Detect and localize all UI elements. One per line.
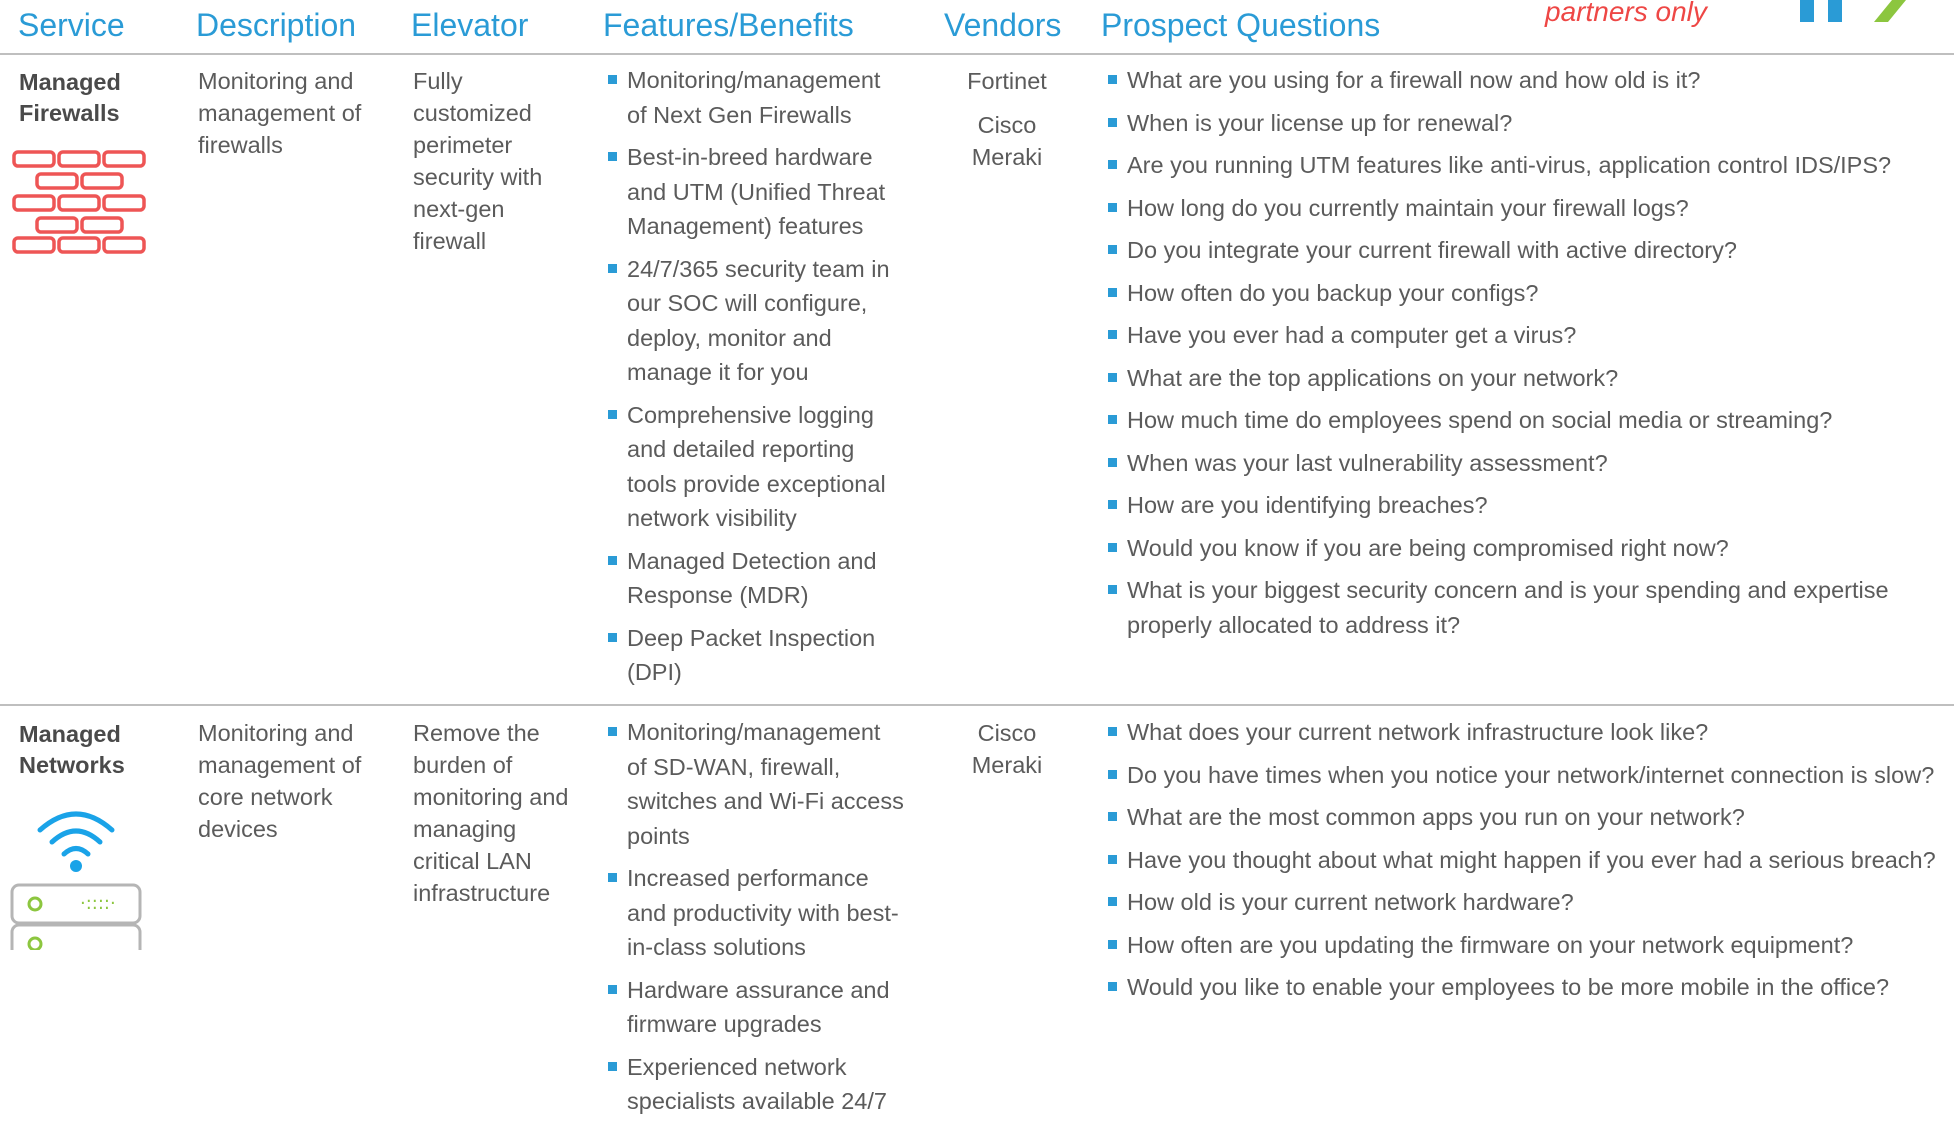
question-item: Do you integrate your current firewall w… <box>1106 233 1942 268</box>
question-item: How much time do employees spend on soci… <box>1106 403 1942 438</box>
question-item: What does your current network infrastru… <box>1106 715 1942 750</box>
service-description: Monitoring and management of firewalls <box>198 68 362 158</box>
feature-item: Best-in-breed hardware and UTM (Unified … <box>606 140 906 244</box>
feature-item: Experienced network specialists availabl… <box>606 1050 906 1119</box>
feature-item: Hardware assurance and firmware upgrades <box>606 973 906 1042</box>
row-divider <box>0 704 1954 706</box>
feature-item: 24/7/365 security team in our SOC will c… <box>606 252 906 390</box>
question-item: How often do you backup your configs? <box>1106 276 1942 311</box>
header-divider <box>0 53 1954 55</box>
elevator-pitch: Remove the burden of monitoring and mana… <box>413 720 569 906</box>
feature-item: Comprehensive logging and detailed repor… <box>606 398 906 536</box>
vendor-cisco-meraki: Cisco Meraki <box>971 112 1043 170</box>
question-item: How long do you currently maintain your … <box>1106 191 1942 226</box>
question-item: Have you thought about what might happen… <box>1106 843 1942 878</box>
question-item: What is your biggest security concern an… <box>1106 573 1942 642</box>
header-service: Service <box>18 7 125 43</box>
header-description: Description <box>196 7 357 43</box>
question-item: Are you running UTM features like anti-v… <box>1106 148 1942 183</box>
question-item: Would you know if you are being compromi… <box>1106 531 1942 566</box>
header-vendors: Vendors <box>944 7 1062 43</box>
feature-item: Managed Detection and Response (MDR) <box>606 544 906 613</box>
service-description: Monitoring and management of core networ… <box>198 720 362 842</box>
question-item: When is your license up for renewal? <box>1106 106 1942 141</box>
header-questions: Prospect Questions <box>1101 7 1381 43</box>
question-item: Would you like to enable your employees … <box>1106 970 1942 1005</box>
question-item: When was your last vulnerability assessm… <box>1106 446 1942 481</box>
service-name: Managed Firewalls <box>19 69 121 126</box>
prospect-questions-list: What are you using for a firewall now an… <box>1106 63 1942 650</box>
company-logo <box>1800 0 1906 22</box>
question-item: How old is your current network hardware… <box>1106 885 1942 920</box>
elevator-pitch: Fully customized perimeter security with… <box>413 68 543 254</box>
feature-item: Monitoring/management of SD-WAN, firewal… <box>606 715 906 853</box>
question-item: How often are you updating the firmware … <box>1106 928 1942 963</box>
header-features: Features/Benefits <box>603 7 854 43</box>
question-item: Do you have times when you notice your n… <box>1106 758 1942 793</box>
question-item: What are you using for a firewall now an… <box>1106 63 1942 98</box>
question-item: Have you ever had a computer get a virus… <box>1106 318 1942 353</box>
question-item: How are you identifying breaches? <box>1106 488 1942 523</box>
feature-item: Deep Packet Inspection (DPI) <box>606 621 906 690</box>
features-list: Monitoring/management of Next Gen Firewa… <box>606 63 906 698</box>
header-elevator: Elevator <box>411 7 529 43</box>
wifi-router-icon: ·::::· <box>10 811 142 950</box>
question-item: What are the top applications on your ne… <box>1106 361 1942 396</box>
service-name: Managed Networks <box>19 721 125 778</box>
brick-wall-icon <box>12 150 146 254</box>
partners-only-tagline: partners only <box>1545 0 1707 27</box>
question-item: What are the most common apps you run on… <box>1106 800 1942 835</box>
feature-item: Increased performance and productivity w… <box>606 861 906 965</box>
vendor-cisco-meraki: Cisco Meraki <box>971 720 1043 778</box>
svg-text:·::::·: ·::::· <box>80 893 116 914</box>
prospect-questions-list: What does your current network infrastru… <box>1106 715 1942 1013</box>
feature-item: Monitoring/management of Next Gen Firewa… <box>606 63 906 132</box>
vendor-fortinet: Fortinet <box>967 68 1047 94</box>
features-list: Monitoring/management of SD-WAN, firewal… <box>606 715 906 1127</box>
